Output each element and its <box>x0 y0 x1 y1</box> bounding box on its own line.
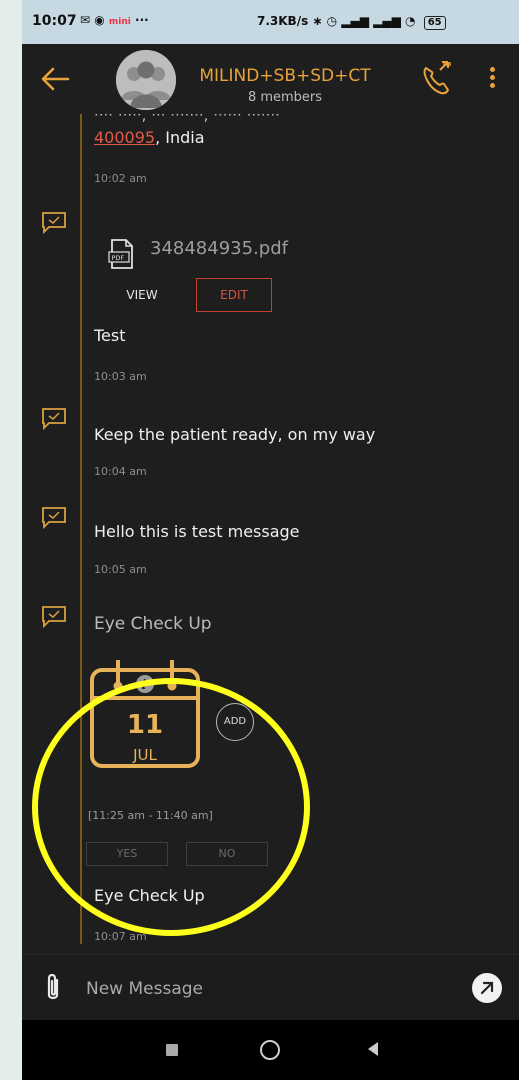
phone-screen: 10:07 ✉ ◉ mini ··· 7.3KB/s ∗ ◷ ▂▄▆ ▂▄▆ ◔… <box>22 0 519 1080</box>
group-avatar[interactable] <box>116 50 176 110</box>
yes-button[interactable]: YES <box>86 842 168 866</box>
calendar-day: 11 <box>126 710 164 740</box>
message-text: Eye Check Up <box>94 886 205 905</box>
message-time: 10:03 am <box>94 370 147 383</box>
network-speed: 7.3KB/s <box>257 14 309 28</box>
attachment-icon[interactable] <box>42 971 64 1005</box>
message-text: Keep the patient ready, on my way <box>94 425 376 444</box>
status-right: 7.3KB/s ∗ ◷ ▂▄▆ ▂▄▆ ◔ 65 <box>257 14 446 30</box>
message-time: 10:04 am <box>94 465 147 478</box>
recents-icon[interactable] <box>166 1044 178 1056</box>
member-count: 8 members <box>247 90 323 105</box>
thread-line <box>80 114 82 944</box>
message-check-icon <box>41 407 67 431</box>
chat-area: ···· ·····, ··· ·······, ······ ······· … <box>22 114 519 954</box>
event-title: Eye Check Up <box>94 614 212 634</box>
pdf-file-icon[interactable]: PDF <box>108 238 136 274</box>
notification-icons: ✉ ◉ mini ··· <box>80 13 149 27</box>
address-zip-link[interactable]: 400095 <box>94 128 155 147</box>
status-time: 10:07 <box>32 13 77 29</box>
home-icon[interactable] <box>260 1040 280 1060</box>
message-text: Hello this is test message <box>94 522 300 541</box>
system-nav-bar <box>22 1020 519 1080</box>
message-time: 10:07 am <box>94 930 147 943</box>
bluetooth-icon: ∗ ◷ ▂▄▆ ▂▄▆ ◔ <box>312 14 420 28</box>
app-bar: MILIND+SB+SD+CT 8 members <box>22 44 519 114</box>
message-text: Test <box>94 326 126 345</box>
nav-back-icon[interactable] <box>368 1042 378 1056</box>
calendar-month: JUL <box>133 746 157 764</box>
message-composer <box>22 954 519 1021</box>
message-time: 10:02 am <box>94 172 147 185</box>
overflow-menu-icon[interactable] <box>482 64 502 98</box>
back-arrow-icon[interactable] <box>38 62 74 98</box>
edit-button[interactable]: EDIT <box>196 278 272 312</box>
address-text: 400095, India <box>94 128 205 147</box>
status-bar: 10:07 ✉ ◉ mini ··· 7.3KB/s ∗ ◷ ▂▄▆ ▂▄▆ ◔… <box>22 0 519 44</box>
svg-text:i: i <box>142 678 147 693</box>
address-overflow: ···· ·····, ··· ·······, ······ ······· <box>94 114 280 124</box>
phone-call-icon[interactable] <box>418 58 454 98</box>
message-check-icon <box>41 605 67 629</box>
battery-icon: 65 <box>423 16 446 30</box>
view-button[interactable]: VIEW <box>110 278 174 312</box>
event-time-range: [11:25 am - 11:40 am] <box>88 809 213 822</box>
message-check-icon <box>41 211 67 235</box>
send-icon[interactable] <box>472 973 502 1003</box>
add-to-calendar-button[interactable]: ADD <box>216 703 254 741</box>
message-input[interactable] <box>84 973 448 1005</box>
group-title[interactable]: MILIND+SB+SD+CT <box>190 66 380 86</box>
message-time: 10:05 am <box>94 563 147 576</box>
svg-text:PDF: PDF <box>112 254 125 262</box>
no-button[interactable]: NO <box>186 842 268 866</box>
pdf-file-name[interactable]: 348484935.pdf <box>150 238 288 259</box>
message-check-icon <box>41 506 67 530</box>
